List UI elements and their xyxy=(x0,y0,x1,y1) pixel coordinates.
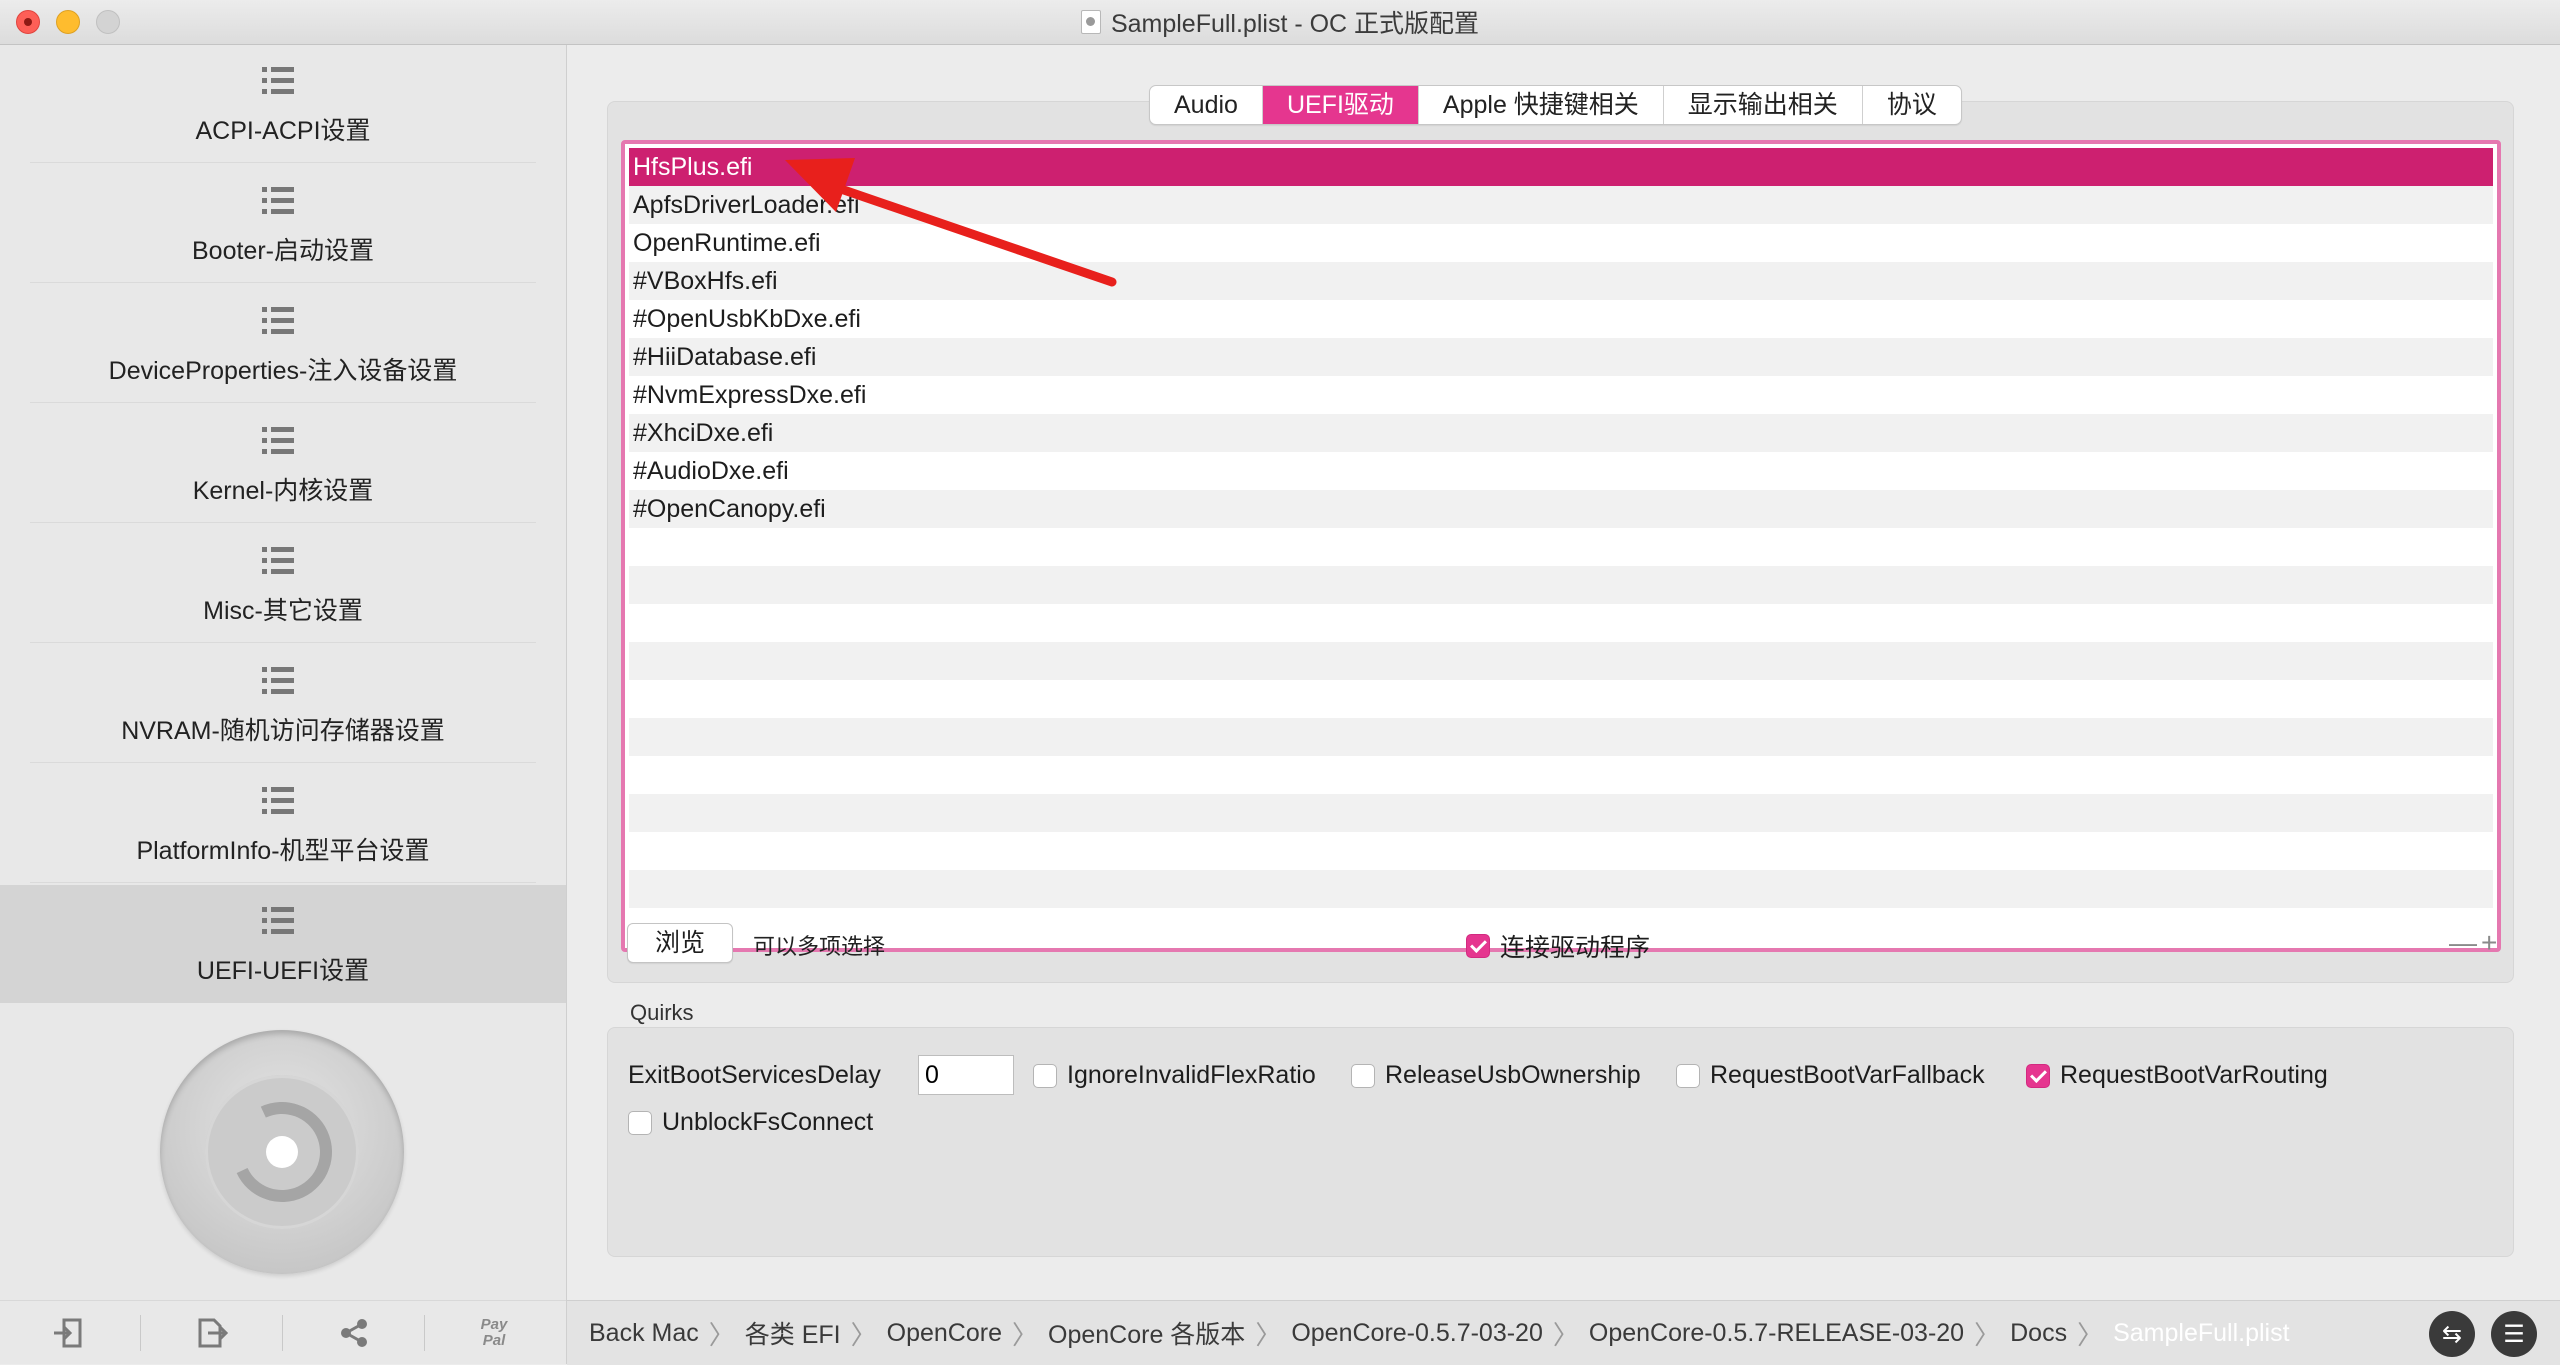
breadcrumb-item[interactable]: OpenCore-0.5.7-RELEASE-03-20 xyxy=(1583,1319,1970,1348)
breadcrumb-item[interactable]: Docs xyxy=(2004,1319,2073,1348)
annotation-arrow xyxy=(785,158,1117,287)
path-bar: Back Mac 〉各类 EFI 〉 OpenCore 〉 OpenCore 各版本〉 Op… xyxy=(567,1300,2560,1365)
breadcrumb-separator: 〉 xyxy=(1552,1319,1579,1350)
swap-icon[interactable]: ⇆ xyxy=(2429,1311,2475,1357)
list-menu-icon[interactable]: ☰ xyxy=(2491,1311,2537,1357)
breadcrumb-item[interactable]: SampleFull.plist xyxy=(2107,1319,2295,1348)
breadcrumb-item[interactable]: OpenCore-0.5.7-03-20 xyxy=(1285,1319,1549,1348)
breadcrumb-separator: 〉 xyxy=(708,1319,735,1350)
breadcrumb-separator: 〉 xyxy=(1012,1319,1039,1350)
breadcrumb-item[interactable]: Back Mac xyxy=(583,1319,705,1348)
breadcrumb-separator: 〉 xyxy=(1974,1319,2001,1350)
breadcrumb-item[interactable]: 各类 EFI xyxy=(739,1315,847,1351)
breadcrumb-separator: 〉 xyxy=(2077,1319,2104,1350)
breadcrumb: Back Mac 〉各类 EFI 〉 OpenCore 〉 OpenCore 各版本〉 Op… xyxy=(583,1301,2296,1365)
breadcrumb-item[interactable]: OpenCore xyxy=(881,1319,1008,1348)
breadcrumb-separator: 〉 xyxy=(1255,1319,1282,1350)
breadcrumb-separator: 〉 xyxy=(850,1319,877,1350)
breadcrumb-item[interactable]: OpenCore 各版本 xyxy=(1042,1315,1251,1351)
